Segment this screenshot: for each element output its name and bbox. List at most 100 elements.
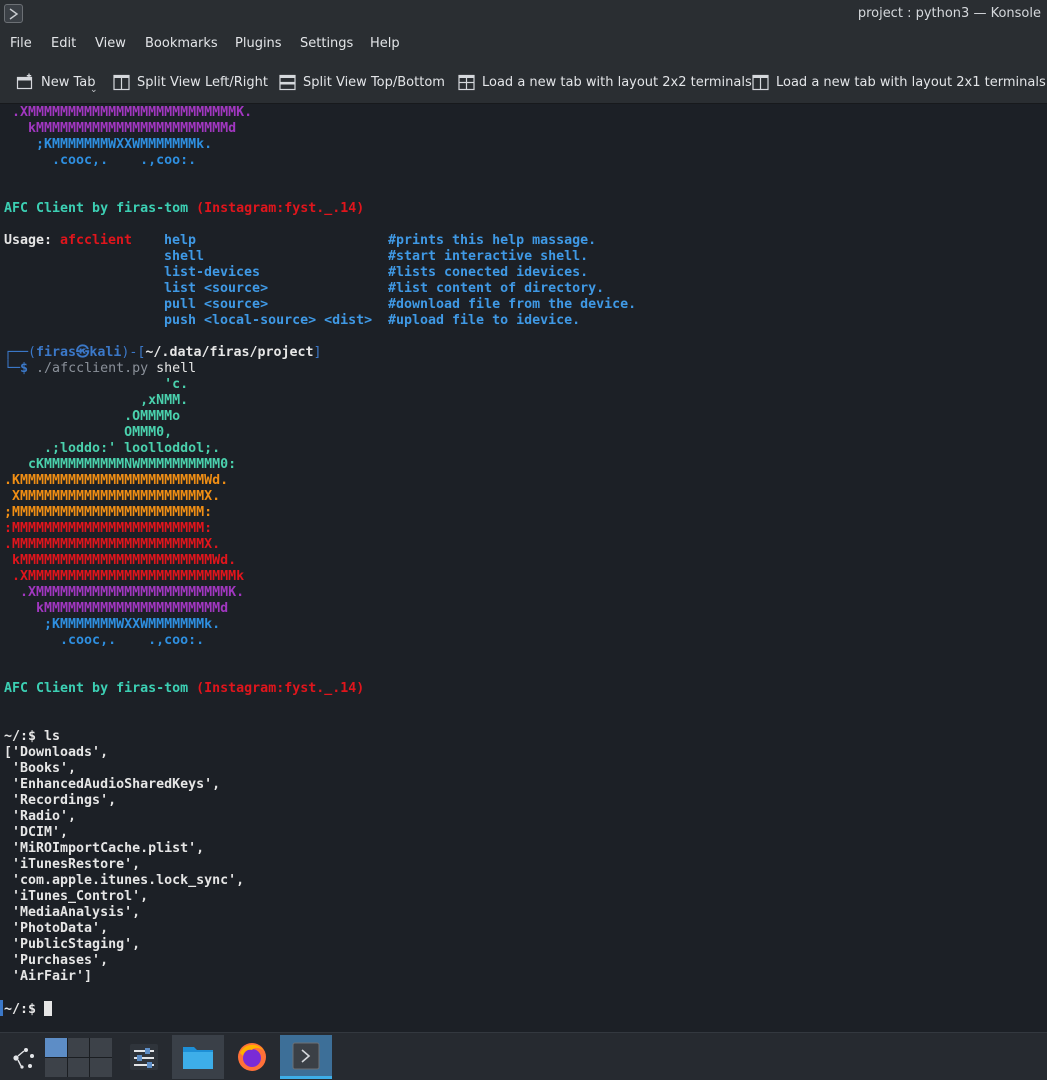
ascii-art-line: ,xNMM. [4, 393, 189, 408]
ls-output-line: ['Downloads', [4, 745, 109, 760]
terminal-output[interactable]: .XMMMMMMMMMMMMMMMMMMMMMMMMMMK. kMMMMMMMM… [0, 104, 1047, 1032]
shell-command: ls [44, 729, 61, 744]
ascii-art-line: .MMMMMMMMMMMMMMMMMMMMMMMMX. [4, 537, 221, 552]
title-bar: project : python3 — Konsole [0, 0, 1047, 30]
banner-title: AFC Client by firas-tom [4, 201, 189, 216]
menu-bar: File Edit View Bookmarks Plugins Setting… [0, 30, 1047, 60]
new-tab-button[interactable]: New Tab [16, 72, 96, 92]
usage-description: #download file from the device. [388, 297, 637, 312]
ascii-art-line: .;loddo:' loolloddol;. [4, 441, 221, 456]
prompt-line-top: ┌──(firas㉿kali)-[~/.data/firas/project] [4, 345, 322, 361]
ascii-art-line: ;KMMMMMMMWXXWMMMMMMMk. [4, 617, 221, 632]
layout-2x1-icon [752, 74, 769, 90]
usage-description: #upload file to idevice. [388, 313, 581, 328]
layout-2x1-button[interactable]: Load a new tab with layout 2x1 terminals [752, 72, 1046, 92]
prompt-end: ] [313, 345, 322, 360]
prompt-user: firas㉿kali [36, 345, 122, 360]
prompt-marker [0, 1000, 3, 1016]
new-tab-label: New Tab [41, 74, 96, 90]
layout-2x1-label: Load a new tab with layout 2x1 terminals [776, 74, 1046, 90]
command-text: ./afcclient.py [36, 361, 149, 376]
command-argument: shell [156, 361, 197, 376]
ascii-art-line: .KMMMMMMMMMMMMMMMMMMMMMMMWd. [4, 473, 229, 488]
menu-settings[interactable]: Settings [300, 36, 353, 51]
ascii-art-line: .XMMMMMMMMMMMMMMMMMMMMMMMMMMk [4, 569, 245, 584]
text-cursor [44, 1001, 53, 1016]
ls-output-line: 'iTunes_Control', [4, 889, 149, 904]
ascii-art-line: .cooc,. .,coo:. [4, 633, 205, 648]
ls-output-line: 'MediaAnalysis', [4, 905, 141, 920]
desktop-4[interactable] [45, 1058, 67, 1077]
new-tab-icon [16, 73, 33, 90]
ls-output-line: 'Recordings', [4, 793, 117, 808]
menu-bookmarks[interactable]: Bookmarks [145, 36, 218, 51]
menu-help[interactable]: Help [370, 36, 400, 51]
ls-output-line: 'PublicStaging', [4, 937, 141, 952]
file-manager-icon [183, 1047, 213, 1069]
app-launcher-button[interactable] [4, 1035, 42, 1079]
konsole-icon [292, 1042, 320, 1070]
terminal-app-icon[interactable] [4, 4, 23, 23]
ls-output-line: 'MiROImportCache.plist', [4, 841, 205, 856]
usage-command: pull <source> [164, 297, 269, 312]
settings-task[interactable] [118, 1035, 170, 1079]
prompt-dollar: $ [20, 361, 29, 376]
usage-command: shell [164, 249, 205, 264]
ascii-art-line: .OMMMMo [4, 409, 181, 424]
ascii-art-line: OMMM0, [4, 425, 173, 440]
ls-output-line: 'com.apple.itunes.lock_sync', [4, 873, 245, 888]
ls-output-line: 'AirFair'] [4, 969, 93, 984]
file-manager-task[interactable] [172, 1035, 224, 1079]
shell-command-line: ~/:$ ls [4, 729, 60, 745]
split-top-bottom-icon [279, 74, 296, 90]
ascii-art-line: ;MMMMMMMMMMMMMMMMMMMMMMMM: [4, 505, 213, 520]
desktop-3[interactable] [90, 1038, 112, 1057]
split-top-bottom-button[interactable]: Split View Top/Bottom [279, 72, 445, 92]
prompt-line-command: └─$ ./afcclient.py shell [4, 361, 196, 377]
usage-command: list <source> [164, 281, 269, 296]
ls-output-line: 'EnhancedAudioSharedKeys', [4, 777, 221, 792]
desktop-2[interactable] [67, 1038, 90, 1057]
ascii-art-line: .cooc,. .,coo:. [4, 153, 197, 168]
usage-description: #prints this help massage. [388, 233, 597, 248]
layout-2x2-button[interactable]: Load a new tab with layout 2x2 terminals [458, 72, 752, 92]
usage-command: help [164, 233, 197, 248]
banner-instagram: (Instagram:fyst._.14) [196, 681, 365, 696]
shell-prompt: ~/:$ [4, 729, 37, 744]
firefox-task[interactable] [226, 1035, 278, 1079]
konsole-task[interactable] [280, 1035, 332, 1079]
layout-2x2-label: Load a new tab with layout 2x2 terminals [482, 74, 752, 90]
prompt-corner: └─ [4, 361, 21, 376]
ascii-art-line: kMMMMMMMMMMMMMMMMMMMMMMd [4, 601, 229, 616]
ascii-art-line: ;KMMMMMMMWXXWMMMMMMMk. [4, 137, 213, 152]
usage-description: #start interactive shell. [388, 249, 589, 264]
window-title: project : python3 — Konsole [857, 6, 1041, 21]
banner-line: AFC Client by firas-tom (Instagram:fyst.… [4, 201, 364, 217]
virtual-desktop-pager[interactable] [45, 1038, 112, 1077]
firefox-icon [238, 1043, 266, 1071]
desktop-6[interactable] [90, 1058, 112, 1077]
ls-output-line: 'Books', [4, 761, 77, 776]
menu-view[interactable]: View [95, 36, 126, 51]
shell-input-line[interactable]: ~/:$ [4, 1001, 53, 1017]
menu-edit[interactable]: Edit [51, 36, 76, 51]
ascii-art-line: XMMMMMMMMMMMMMMMMMMMMMMMX. [4, 489, 221, 504]
split-left-right-label: Split View Left/Right [137, 74, 269, 90]
usage-label: Usage: [4, 233, 53, 248]
ascii-art-line: kMMMMMMMMMMMMMMMMMMMMMMMMWd. [4, 553, 237, 568]
layout-2x2-icon [458, 74, 475, 90]
app-launcher-icon [13, 1048, 34, 1069]
split-left-right-button[interactable]: Split View Left/Right [113, 72, 268, 92]
desktop-5[interactable] [67, 1058, 90, 1077]
ascii-art-line: 'c. [4, 377, 189, 392]
menu-plugins[interactable]: Plugins [235, 36, 282, 51]
menu-file[interactable]: File [10, 36, 32, 51]
chevron-down-icon[interactable]: ⌄ [90, 85, 98, 95]
toolbar: New Tab ⌄ Split View Left/Right Split Vi… [0, 60, 1047, 104]
ascii-art-line: :MMMMMMMMMMMMMMMMMMMMMMMM: [4, 521, 213, 536]
banner-title: AFC Client by firas-tom [4, 681, 189, 696]
prompt-path: ~/.data/firas/project [145, 345, 314, 360]
desktop-1[interactable] [45, 1038, 67, 1057]
prompt-separator: )-[ [121, 345, 146, 360]
ls-output-line: 'Radio', [4, 809, 77, 824]
